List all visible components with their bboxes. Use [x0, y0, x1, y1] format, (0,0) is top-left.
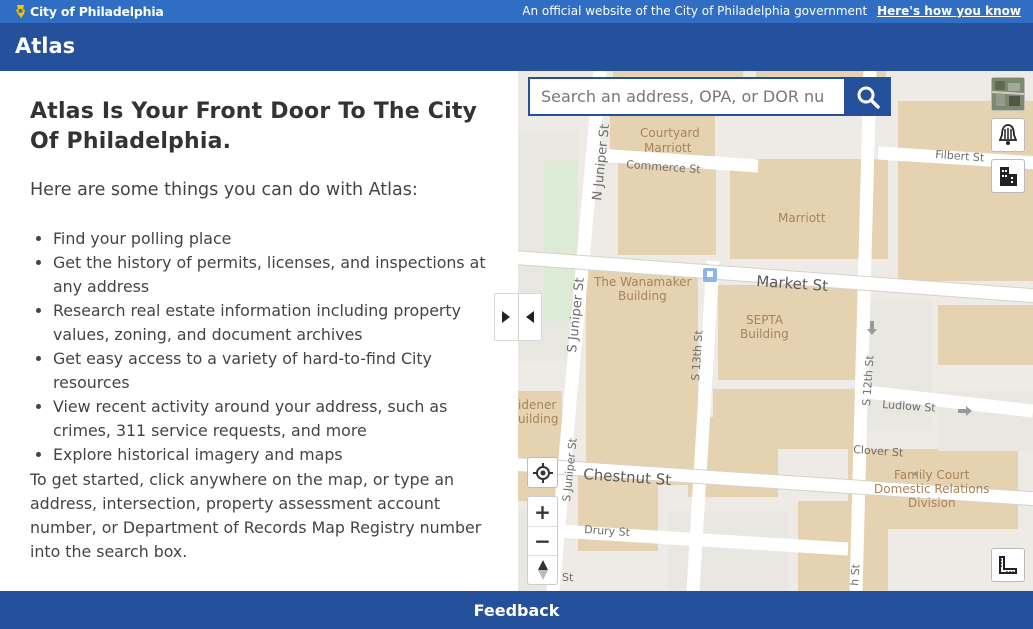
search-button[interactable] [844, 77, 891, 116]
list-item: Find your polling place [53, 227, 498, 251]
search-input[interactable] [528, 77, 844, 116]
intro-text: Here are some things you can do with Atl… [30, 180, 418, 200]
map-label: Building [618, 289, 667, 303]
page-heading: Atlas Is Your Front Door To The City Of … [30, 99, 478, 154]
map-label: Division [908, 496, 956, 510]
app-header: Atlas [0, 23, 1033, 71]
map-label: Building [740, 327, 789, 341]
historical-imagery-button[interactable] [991, 118, 1025, 152]
buildings-icon [1000, 167, 1017, 186]
map-label: Marriott [778, 211, 826, 225]
zoom-controls: + − [527, 496, 558, 585]
triangle-right-icon [502, 311, 511, 323]
compass-icon [537, 560, 548, 580]
city-brand[interactable]: City of Philadelphia [14, 4, 164, 19]
list-item: View recent activity around your address… [53, 395, 498, 443]
triangle-left-icon [525, 311, 534, 323]
zoom-in-button[interactable]: + [528, 497, 557, 526]
list-item: Get the history of permits, licenses, an… [53, 251, 498, 299]
app-title[interactable]: Atlas [15, 34, 75, 58]
map-label: h St [848, 563, 863, 586]
geolocate-button[interactable] [527, 457, 558, 488]
official-notice: An official website of the City of Phila… [522, 4, 1021, 18]
measure-tool-button[interactable] [991, 548, 1025, 582]
map-label: Marriott [644, 141, 692, 155]
map-label: Domestic Relations [874, 482, 989, 496]
city-seal-icon [16, 5, 25, 18]
list-item: Get easy access to a variety of hard-to-… [53, 347, 498, 395]
zoom-out-button[interactable]: − [528, 526, 557, 555]
address-search [528, 77, 891, 116]
official-text: An official website of the City of Phila… [522, 4, 868, 18]
map-label: St [562, 571, 574, 584]
imagery-toggle-button[interactable] [991, 77, 1025, 111]
instructions-text: To get started, click anywhere on the ma… [30, 470, 482, 561]
official-banner: City of Philadelphia An official website… [0, 0, 1033, 23]
expand-right-button[interactable] [495, 294, 518, 340]
expand-left-button[interactable] [517, 294, 541, 340]
panel-toggle [494, 293, 542, 341]
aerial-imagery-icon [992, 78, 1024, 110]
heres-how-you-know-link[interactable]: Here's how you know [877, 4, 1021, 18]
map-label: Courtyard [640, 126, 700, 140]
list-item: Research real estate information includi… [53, 299, 498, 347]
liberty-bell-icon [998, 124, 1018, 145]
map-label: idener [518, 398, 556, 412]
map-label: Family Court [894, 468, 970, 482]
list-item: Explore historical imagery and maps [53, 443, 498, 467]
info-panel: Atlas Is Your Front Door To The City Of … [0, 71, 518, 591]
search-icon [857, 86, 880, 109]
buildings-toggle-button[interactable] [991, 159, 1025, 193]
ruler-icon [999, 556, 1017, 574]
map-label: SEPTA [746, 313, 784, 327]
map-basemap: Courtyard Marriott Commerce St Marriott … [518, 71, 1033, 591]
feedback-button[interactable]: Feedback [0, 591, 1033, 629]
map-label: uilding [518, 412, 558, 426]
map-label: The Wanamaker [593, 275, 691, 289]
map-canvas[interactable]: Courtyard Marriott Commerce St Marriott … [518, 71, 1033, 591]
locate-icon [532, 462, 553, 483]
city-brand-label: City of Philadelphia [30, 4, 164, 19]
feature-list: Find your polling place Get the history … [53, 227, 498, 467]
compass-button[interactable] [528, 555, 557, 584]
